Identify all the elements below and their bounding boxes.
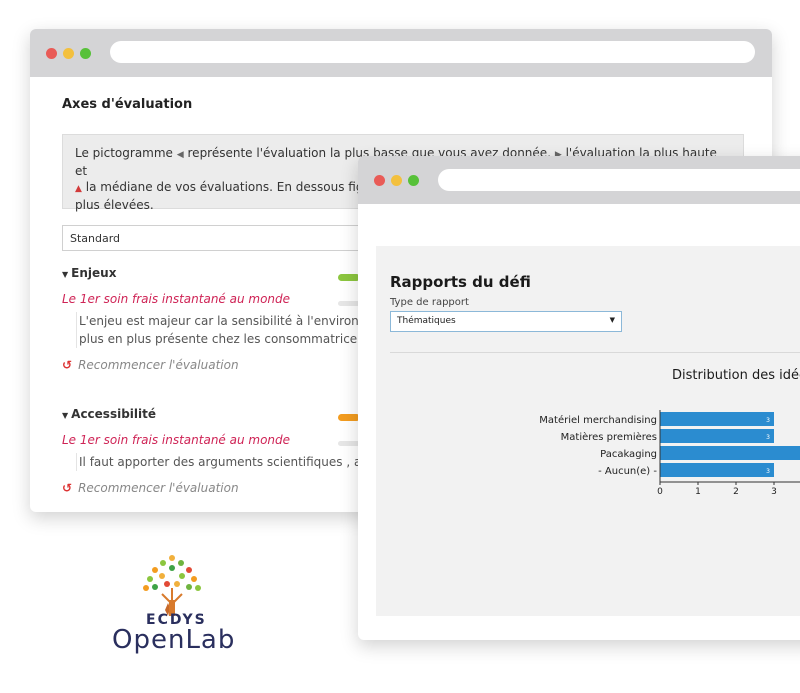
rating-bar — [338, 274, 360, 281]
axis-name: Accessibilité — [71, 407, 157, 421]
category-label: Matériel merchandising — [539, 414, 657, 426]
rating-bar — [338, 414, 360, 421]
stage: Axes d'évaluation Le pictogramme ◀ repré… — [0, 0, 800, 693]
restart-label: Recommencer l'évaluation — [78, 481, 239, 495]
median-rating-icon: ▲ — [75, 184, 82, 194]
address-bar[interactable] — [110, 41, 755, 63]
data-label: 3 — [766, 468, 770, 475]
info-text: Le pictogramme — [75, 146, 173, 160]
profile-select[interactable]: Standard — [62, 225, 392, 251]
restart-icon: ↺ — [62, 358, 73, 372]
restart-icon: ↺ — [62, 481, 73, 495]
minimize-window-button[interactable] — [391, 174, 402, 186]
chart-bar — [660, 463, 774, 477]
info-text: la médiane de vos évaluations. En dessou… — [85, 180, 364, 194]
logo-text: OpenLab — [112, 625, 236, 655]
category-label: - Aucun(e) - — [598, 466, 657, 477]
x-tick-label: 2 — [733, 487, 739, 497]
x-tick-label: 0 — [657, 487, 663, 497]
lowest-rating-icon: ◀ — [176, 150, 184, 160]
restart-label: Recommencer l'évaluation — [78, 358, 239, 372]
rating-track — [338, 441, 360, 446]
caret-down-icon: ▼ — [62, 270, 69, 279]
report-window: Rapports du défi Type de rapport Thémati… — [358, 156, 800, 640]
maximize-window-button[interactable] — [408, 174, 419, 186]
data-label: 3 — [766, 434, 770, 441]
x-tick-label: 1 — [695, 487, 701, 497]
category-label: Pacakaging — [600, 449, 657, 460]
chart-bar — [660, 429, 774, 443]
x-tick-label: 3 — [771, 487, 777, 497]
close-window-button[interactable] — [46, 47, 57, 59]
report-panel: Rapports du défi Type de rapport Thémati… — [376, 246, 800, 616]
data-label: 3 — [766, 417, 770, 424]
info-text: plus élevées. — [75, 198, 154, 212]
window-titlebar — [358, 156, 800, 204]
chart-bar — [660, 412, 774, 426]
distribution-chart: Matériel merchandising 3 Matières première… — [539, 410, 800, 497]
chart-bar — [660, 446, 800, 460]
address-bar[interactable] — [438, 169, 800, 191]
minimize-window-button[interactable] — [63, 47, 74, 59]
page-title: Axes d'évaluation — [62, 97, 193, 112]
rating-track — [338, 301, 360, 306]
window-titlebar — [30, 29, 772, 77]
category-label: Matières premières — [561, 431, 657, 443]
caret-down-icon: ▼ — [62, 411, 69, 420]
close-window-button[interactable] — [374, 174, 385, 186]
maximize-window-button[interactable] — [80, 47, 91, 59]
axis-name: Enjeux — [71, 266, 117, 280]
